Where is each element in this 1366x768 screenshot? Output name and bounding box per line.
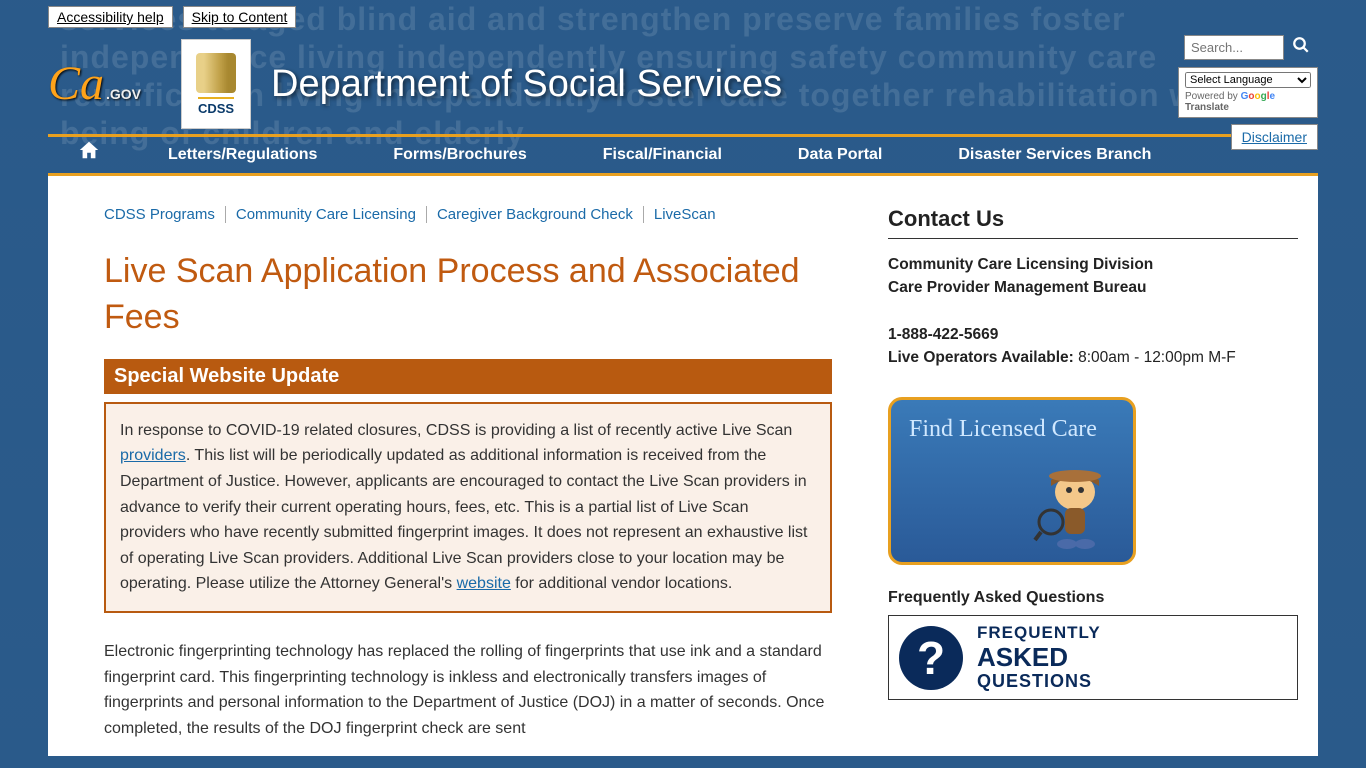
disclaimer-link[interactable]: Disclaimer — [1231, 124, 1318, 150]
website-link[interactable]: website — [457, 575, 511, 592]
update-text-3: for additional vendor locations. — [511, 575, 732, 592]
update-text-1: In response to COVID-19 related closures… — [120, 422, 792, 439]
nav-data-portal[interactable]: Data Portal — [760, 134, 920, 176]
breadcrumb-livescan[interactable]: LiveScan — [644, 206, 726, 223]
providers-link[interactable]: providers — [120, 447, 186, 464]
contact-bureau: Care Provider Management Bureau — [888, 279, 1146, 296]
search-input[interactable] — [1184, 35, 1284, 60]
cdss-profiles-icon — [196, 53, 236, 93]
faq-line-1: FREQUENTLY — [977, 624, 1101, 643]
gov-text: .GOV — [106, 89, 141, 100]
faq-button[interactable]: ? FREQUENTLY ASKED QUESTIONS — [888, 615, 1298, 700]
powered-by-text: Powered by Google Translate — [1185, 91, 1311, 113]
faq-line-3: QUESTIONS — [977, 672, 1101, 692]
special-update-box: In response to COVID-19 related closures… — [104, 402, 832, 613]
translate-widget: Select Language Powered by Google Transl… — [1178, 67, 1318, 118]
nav-home[interactable] — [48, 134, 130, 176]
search-icon — [1292, 38, 1310, 58]
question-mark-icon: ? — [899, 626, 963, 690]
home-icon — [78, 144, 100, 166]
faq-line-2: ASKED — [977, 643, 1101, 672]
department-title: Department of Social Services — [271, 63, 782, 106]
skip-to-content-link[interactable]: Skip to Content — [183, 6, 297, 28]
find-licensed-care-button[interactable]: Find Licensed Care — [888, 397, 1136, 565]
cdss-logo-label: CDSS — [198, 97, 234, 116]
detective-icon — [1031, 452, 1119, 552]
search-box — [1184, 34, 1318, 61]
cdss-logo[interactable]: CDSS — [181, 39, 251, 129]
nav-disaster-services[interactable]: Disaster Services Branch — [920, 134, 1189, 176]
breadcrumb-caregiver-background-check[interactable]: Caregiver Background Check — [427, 206, 644, 223]
page-title: Live Scan Application Process and Associ… — [104, 249, 832, 341]
skip-links: Accessibility help Skip to Content — [48, 0, 1318, 34]
ca-gov-logo[interactable]: Ca .GOV — [48, 65, 141, 103]
contact-phone: 1-888-422-5669 — [888, 326, 998, 343]
find-care-text: Find Licensed Care — [909, 414, 1115, 445]
update-text-2: . This list will be periodically updated… — [120, 447, 807, 592]
breadcrumb-community-care-licensing[interactable]: Community Care Licensing — [226, 206, 427, 223]
content-area: CDSS Programs Community Care Licensing C… — [48, 176, 1318, 756]
contact-division: Community Care Licensing Division — [888, 256, 1153, 273]
sidebar: Contact Us Community Care Licensing Divi… — [888, 176, 1318, 756]
nav-letters-regulations[interactable]: Letters/Regulations — [130, 134, 355, 176]
main-nav: Letters/Regulations Forms/Brochures Fisc… — [48, 134, 1318, 176]
breadcrumb: CDSS Programs Community Care Licensing C… — [104, 206, 832, 223]
special-update-header: Special Website Update — [104, 359, 832, 394]
body-paragraph: Electronic fingerprinting technology has… — [104, 639, 832, 741]
faq-heading: Frequently Asked Questions — [888, 589, 1298, 607]
contact-block: Community Care Licensing Division Care P… — [888, 253, 1298, 369]
hours-value: 8:00am - 12:00pm M-F — [1078, 349, 1236, 366]
nav-fiscal-financial[interactable]: Fiscal/Financial — [565, 134, 760, 176]
site-header: Ca .GOV CDSS Department of Social Servic… — [48, 34, 1318, 134]
hours-label: Live Operators Available: — [888, 349, 1078, 366]
search-button[interactable] — [1284, 34, 1318, 61]
breadcrumb-cdss-programs[interactable]: CDSS Programs — [104, 206, 226, 223]
nav-forms-brochures[interactable]: Forms/Brochures — [355, 134, 564, 176]
contact-heading: Contact Us — [888, 206, 1298, 239]
language-select[interactable]: Select Language — [1185, 72, 1311, 88]
accessibility-help-link[interactable]: Accessibility help — [48, 6, 173, 28]
main-column: CDSS Programs Community Care Licensing C… — [48, 176, 888, 756]
ca-logo-text: Ca — [48, 65, 104, 103]
faq-text: FREQUENTLY ASKED QUESTIONS — [977, 624, 1101, 691]
